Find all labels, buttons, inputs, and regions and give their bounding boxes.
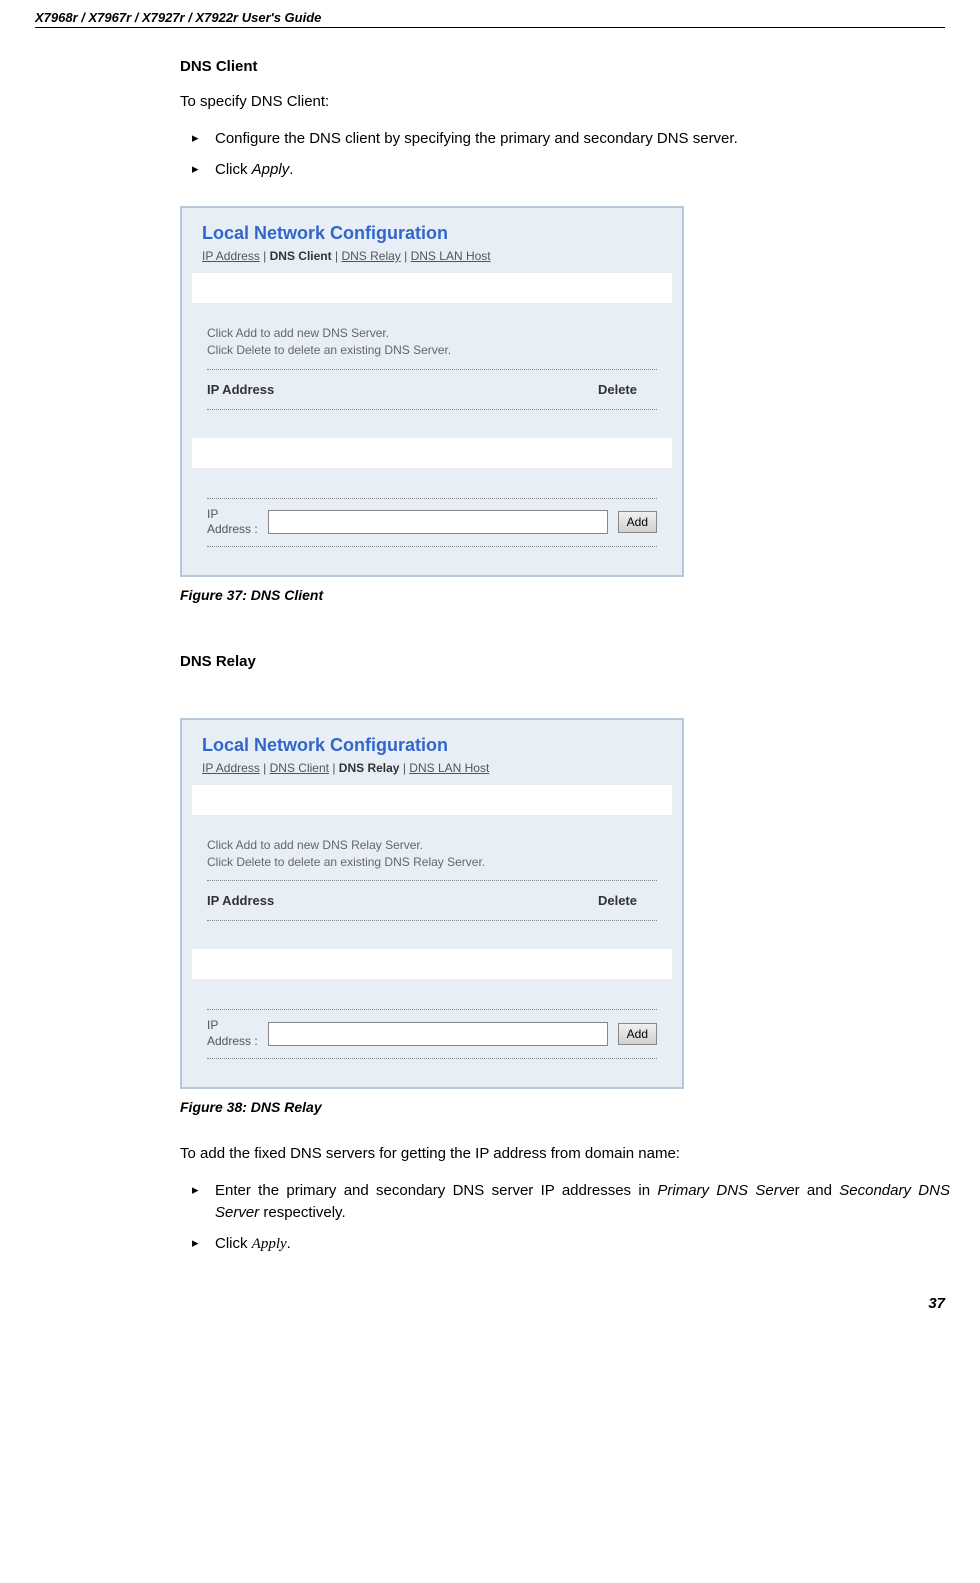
- bullet-click-apply-2: Click Apply.: [180, 1233, 950, 1256]
- column-ip-address-2: IP Address: [207, 893, 274, 908]
- bullet-click-apply: Click Apply.: [180, 159, 950, 182]
- dns-client-screenshot: Local Network Configuration IP Address |…: [180, 206, 684, 577]
- tab-dns-relay-2[interactable]: DNS Relay: [339, 761, 400, 775]
- dns-client-title: DNS Client: [180, 58, 950, 75]
- page-header: X7968r / X7967r / X7927r / X7922r User's…: [35, 10, 945, 28]
- tab-dns-client-2[interactable]: DNS Client: [270, 761, 329, 775]
- config-tabs-2: IP Address | DNS Client | DNS Relay | DN…: [202, 761, 662, 775]
- tab-dns-lan-host-2[interactable]: DNS LAN Host: [409, 761, 489, 775]
- hint-text-2: Click Add to add new DNS Relay Server. C…: [207, 837, 657, 871]
- config-title-2: Local Network Configuration: [202, 735, 662, 756]
- dns-relay-screenshot: Local Network Configuration IP Address |…: [180, 718, 684, 1089]
- config-tabs: IP Address | DNS Client | DNS Relay | DN…: [202, 249, 662, 263]
- tab-ip-address-2[interactable]: IP Address: [202, 761, 260, 775]
- dns-client-intro: To specify DNS Client:: [180, 93, 950, 110]
- hint-text: Click Add to add new DNS Server. Click D…: [207, 325, 657, 359]
- dns-relay-intro: To add the fixed DNS servers for getting…: [180, 1145, 950, 1162]
- tab-ip-address[interactable]: IP Address: [202, 249, 260, 263]
- add-button[interactable]: Add: [618, 511, 657, 533]
- figure-37-caption: Figure 37: DNS Client: [180, 587, 950, 603]
- ip-address-label: IP Address :: [207, 507, 258, 538]
- ip-address-label-2: IP Address :: [207, 1018, 258, 1049]
- ip-address-input[interactable]: [268, 510, 608, 534]
- column-ip-address: IP Address: [207, 382, 274, 397]
- tab-dns-lan-host[interactable]: DNS LAN Host: [411, 249, 491, 263]
- column-delete: Delete: [598, 382, 637, 397]
- column-delete-2: Delete: [598, 893, 637, 908]
- figure-38-caption: Figure 38: DNS Relay: [180, 1099, 950, 1115]
- tab-dns-client[interactable]: DNS Client: [270, 249, 332, 263]
- add-button-2[interactable]: Add: [618, 1023, 657, 1045]
- bullet-configure: Configure the DNS client by specifying t…: [180, 128, 950, 151]
- tab-dns-relay[interactable]: DNS Relay: [341, 249, 400, 263]
- ip-address-input-2[interactable]: [268, 1022, 608, 1046]
- bullet-enter-addresses: Enter the primary and secondary DNS serv…: [180, 1180, 950, 1225]
- page-number: 37: [35, 1295, 945, 1312]
- config-title: Local Network Configuration: [202, 223, 662, 244]
- dns-relay-title: DNS Relay: [180, 653, 950, 670]
